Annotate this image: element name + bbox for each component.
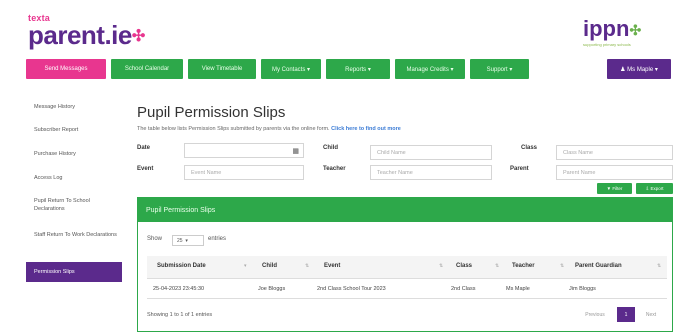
show-label: Show xyxy=(147,236,163,242)
divider xyxy=(147,298,667,299)
col-submission-date[interactable]: Submission Date xyxy=(157,263,206,269)
child-input[interactable]: Child Name xyxy=(370,145,492,160)
nav-manage-credits[interactable]: Manage Credits ▾ xyxy=(395,59,465,79)
sort-icon[interactable]: ▾ xyxy=(244,263,247,269)
sort-icon[interactable]: ⇅ xyxy=(305,263,309,269)
divider xyxy=(147,278,667,279)
entries-select[interactable]: 25 ▾ xyxy=(172,235,204,246)
col-event[interactable]: Event xyxy=(324,263,340,269)
pagination-next[interactable]: Next xyxy=(638,307,664,322)
nav-school-calendar[interactable]: School Calendar xyxy=(111,59,183,79)
logo-dots-icon: ✣ xyxy=(131,28,145,46)
child-label: Child xyxy=(323,145,338,151)
cell-child: Joe Bloggs xyxy=(258,286,286,292)
sort-icon[interactable]: ⇅ xyxy=(495,263,499,269)
date-input[interactable]: ▦ xyxy=(184,143,304,158)
sidebar-item-message-history[interactable]: Message History xyxy=(26,103,122,111)
teacher-input[interactable]: Teacher Name xyxy=(370,165,492,180)
parent-input[interactable]: Parent Name xyxy=(556,165,673,180)
nav-send-messages[interactable]: Send Messages xyxy=(26,59,106,79)
event-input[interactable]: Event Name xyxy=(184,165,304,180)
parent-label: Parent xyxy=(510,166,529,172)
sidebar-item-purchase-history[interactable]: Purchase History xyxy=(26,150,122,158)
nav-view-timetable[interactable]: View Timetable xyxy=(188,59,256,79)
panel-header: Pupil Permission Slips xyxy=(138,198,672,222)
ippn-logo: ippn✣ supporting primary schools xyxy=(583,16,642,48)
class-input[interactable]: Class Name xyxy=(556,145,673,160)
event-label: Event xyxy=(137,166,154,172)
pagination-previous[interactable]: Previous xyxy=(577,307,613,322)
nav-reports[interactable]: Reports ▾ xyxy=(326,59,390,79)
entries-label: entries xyxy=(208,236,227,242)
sort-icon[interactable]: ⇅ xyxy=(560,263,564,269)
pagination-page-1[interactable]: 1 xyxy=(617,307,635,322)
cell-teacher: Ms Maple xyxy=(506,286,530,292)
export-button[interactable]: ⇩ Export xyxy=(636,183,673,194)
filter-button[interactable]: ▼ Filter xyxy=(597,183,632,194)
date-label: Date xyxy=(137,145,151,151)
ippn-dots-icon: ✣ xyxy=(629,22,642,39)
cell-event: 2nd Class School Tour 2023 xyxy=(317,286,386,292)
col-teacher[interactable]: Teacher xyxy=(512,263,535,269)
col-parent-guardian[interactable]: Parent Guardian xyxy=(575,263,622,269)
table-info: Showing 1 to 1 of 1 entries xyxy=(147,312,213,318)
sidebar-item-permission-slips[interactable]: Permission Slips xyxy=(26,262,122,282)
sidebar-item-staff-return[interactable]: Staff Return To Work Declarations xyxy=(26,231,118,239)
calendar-icon[interactable]: ▦ xyxy=(292,147,299,155)
sidebar-item-subscriber-report[interactable]: Subscriber Report xyxy=(26,126,122,134)
cell-class: 2nd Class xyxy=(451,286,476,292)
sidebar-item-pupil-return[interactable]: Pupil Return To School Declarations xyxy=(26,197,118,213)
cell-parent-guardian: Jim Bloggs xyxy=(569,286,596,292)
col-class[interactable]: Class xyxy=(456,263,472,269)
nav-my-contacts[interactable]: My Contacts ▾ xyxy=(261,59,321,79)
user-menu[interactable]: ♟ Ms Maple ▾ xyxy=(607,59,671,79)
page-title: Pupil Permission Slips xyxy=(137,104,286,121)
page-description: The table below lists Permission Slips s… xyxy=(137,126,401,132)
find-out-more-link[interactable]: Click here to find out more xyxy=(331,126,401,132)
cell-submission-date: 25-04-2023 23:45:30 xyxy=(153,286,205,292)
sort-icon[interactable]: ⇅ xyxy=(657,263,661,269)
textaparent-logo[interactable]: texta parent.ie✣ xyxy=(28,14,145,49)
class-label: Class xyxy=(521,145,538,151)
sort-icon[interactable]: ⇅ xyxy=(439,263,443,269)
chevron-down-icon: ▾ xyxy=(185,237,188,244)
col-child[interactable]: Child xyxy=(262,263,277,269)
logo-main-text: parent.ie✣ xyxy=(28,20,145,50)
nav-support[interactable]: Support ▾ xyxy=(470,59,529,79)
sidebar-item-access-log[interactable]: Access Log xyxy=(26,174,122,182)
teacher-label: Teacher xyxy=(323,166,346,172)
main-nav: Send Messages School Calendar View Timet… xyxy=(26,59,671,79)
